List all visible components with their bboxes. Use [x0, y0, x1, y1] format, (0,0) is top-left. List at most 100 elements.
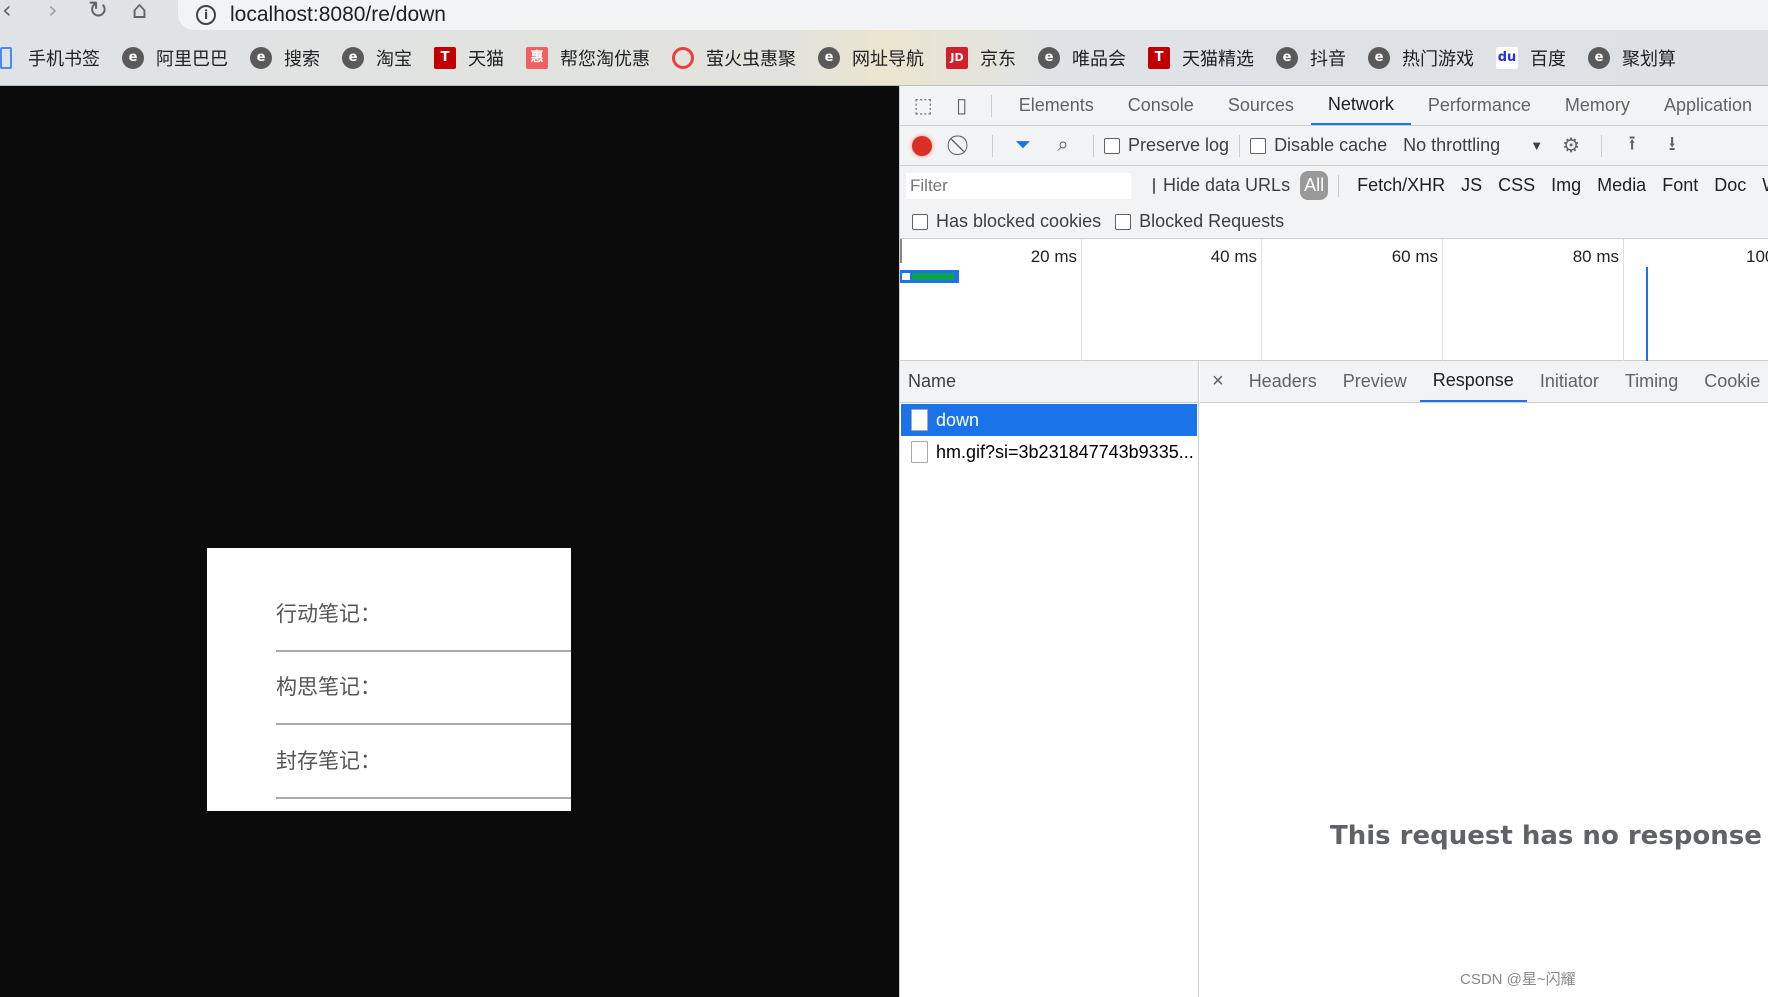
devtools-tabs: Elements Console Sources Network Performance…: [1002, 86, 1768, 125]
watermark: CSDN @星~闪耀: [1460, 971, 1576, 988]
bookmarks-bar: 手机书签 e 阿里巴巴 e 搜索 e 淘宝 T 天猫 惠帮您淘优惠 萤火虫惠聚 e 网址导航 JD 京东 e 唯…: [0, 42, 1698, 74]
filter-type-doc[interactable]: Doc: [1706, 175, 1754, 196]
bookmark-item[interactable]: e 搜索: [250, 45, 320, 71]
preserve-log-label: Preserve log: [1128, 135, 1230, 155]
tab-console[interactable]: Console: [1111, 86, 1211, 125]
divider: [276, 650, 571, 652]
detail-tab-preview[interactable]: Preview: [1330, 361, 1420, 402]
request-detail: × Headers Preview Response Initiator Timing C…: [1200, 361, 1768, 997]
separator: [1338, 174, 1340, 197]
notes-image: 行动笔记： 构思笔记： 封存笔记：: [207, 548, 571, 811]
disable-cache-checkbox[interactable]: [1250, 137, 1267, 154]
bookmark-item[interactable]: e 淘宝: [342, 45, 412, 71]
filter-type-font[interactable]: Font: [1654, 175, 1706, 196]
record-button[interactable]: [908, 132, 936, 160]
bookmark-label: 手机书签: [28, 49, 100, 70]
request-row[interactable]: hm.gif?si=3b231847743b9335...: [901, 436, 1197, 468]
devtools-panel: ⬚ ▯ Elements Console Sources Network Perform…: [899, 86, 1768, 997]
tmall-icon: T: [434, 47, 456, 69]
firefly-icon: [672, 47, 694, 69]
hide-data-urls-label: Hide data URLs: [1163, 175, 1291, 195]
device-toolbar-icon[interactable]: ▯: [948, 92, 974, 120]
bookmark-label: 唯品会: [1072, 49, 1126, 70]
detail-tab-initiator[interactable]: Initiator: [1527, 361, 1612, 402]
bookmark-folder-icon: [0, 47, 12, 69]
request-list: Name down hm.gif?si=3b231847743b9335...: [900, 361, 1199, 997]
bookmark-item[interactable]: JD 京东: [946, 45, 1016, 71]
filter-type-media[interactable]: Media: [1589, 175, 1654, 196]
bookmark-item[interactable]: T 天猫: [434, 45, 504, 71]
bookmark-item[interactable]: 惠帮您淘优惠: [526, 45, 650, 71]
bookmark-item[interactable]: du 百度: [1496, 45, 1566, 71]
browser-chrome: ‹ › ↻ ⌂ i localhost:8080/re/down 手机书签 e 阿里…: [0, 0, 1768, 86]
bookmark-item[interactable]: e 聚划算: [1588, 45, 1676, 71]
tab-application[interactable]: Application: [1647, 86, 1768, 125]
chevron-down-icon[interactable]: ▼: [1530, 138, 1543, 153]
bookmark-label: 阿里巴巴: [156, 49, 228, 70]
inspect-element-icon[interactable]: ⬚: [910, 92, 936, 120]
filter-type-js[interactable]: JS: [1453, 175, 1490, 196]
tab-performance[interactable]: Performance: [1411, 86, 1548, 125]
timeline-tick-label: 100: [1746, 247, 1768, 266]
note-label-idea: 构思笔记：: [276, 675, 381, 699]
preserve-log-checkbox[interactable]: [1104, 137, 1120, 154]
filter-type-w[interactable]: W: [1754, 175, 1768, 196]
jd-icon: JD: [946, 47, 968, 69]
home-button[interactable]: ⌂: [132, 0, 147, 26]
bookmark-item[interactable]: e 网址导航: [818, 45, 924, 71]
back-button[interactable]: ‹: [2, 0, 12, 26]
note-label-archive: 封存笔记：: [276, 749, 381, 773]
url-text: localhost:8080/re/down: [230, 3, 446, 26]
filter-type-all[interactable]: All: [1300, 171, 1329, 200]
import-har-icon[interactable]: ⭱: [1618, 132, 1646, 160]
bookmark-item[interactable]: 手机书签: [0, 45, 100, 71]
bookmark-label: 萤火虫惠聚: [706, 49, 796, 70]
tab-sources[interactable]: Sources: [1211, 86, 1311, 125]
filter-bar: Hide data URLs All Fetch/XHRJSCSSImgMedia…: [900, 166, 1768, 205]
bookmark-item[interactable]: e 阿里巴巴: [122, 45, 228, 71]
network-overview-timeline[interactable]: 20 ms 40 ms 60 ms 80 ms 100: [900, 239, 1768, 361]
name-column-header[interactable]: Name: [900, 361, 1198, 403]
bookmark-label: 热门游戏: [1402, 49, 1474, 70]
divider: [276, 723, 571, 725]
address-bar[interactable]: i localhost:8080/re/down: [178, 0, 1768, 30]
load-event-marker: [1646, 267, 1648, 361]
hide-data-urls-checkbox[interactable]: [1153, 177, 1155, 194]
reload-button[interactable]: ↻: [88, 0, 108, 26]
timeline-gridline: [1623, 239, 1624, 361]
site-info-icon[interactable]: i: [196, 5, 216, 25]
request-bar-down: [900, 270, 959, 283]
bookmark-item[interactable]: 萤火虫惠聚: [672, 45, 796, 71]
detail-tab-cookie[interactable]: Cookie: [1691, 361, 1768, 402]
network-conditions-icon[interactable]: ⚙: [1557, 132, 1585, 160]
request-row[interactable]: down: [901, 404, 1197, 436]
export-har-icon[interactable]: ⭳: [1658, 132, 1686, 160]
bookmark-label: 抖音: [1310, 49, 1346, 70]
bookmark-item[interactable]: T 天猫精选: [1148, 45, 1254, 71]
bookmark-item[interactable]: e 唯品会: [1038, 45, 1126, 71]
tab-memory[interactable]: Memory: [1548, 86, 1647, 125]
bookmark-label: 天猫: [468, 49, 504, 70]
tab-elements[interactable]: Elements: [1002, 86, 1111, 125]
detail-tab-timing[interactable]: Timing: [1612, 361, 1691, 402]
filter-input[interactable]: [906, 172, 1131, 199]
detail-tab-response[interactable]: Response: [1419, 361, 1527, 402]
clear-icon[interactable]: ⃠: [948, 132, 976, 160]
search-icon[interactable]: ⌕: [1049, 132, 1077, 160]
request-name: hm.gif?si=3b231847743b9335...: [936, 441, 1194, 462]
blocked-requests-label: Blocked Requests: [1139, 211, 1285, 231]
filter-icon[interactable]: ⏷: [1009, 132, 1037, 160]
throttling-select[interactable]: No throttling: [1403, 135, 1500, 156]
bookmark-item[interactable]: e 热门游戏: [1368, 45, 1474, 71]
close-icon[interactable]: ×: [1200, 370, 1236, 393]
detail-tab-headers[interactable]: Headers: [1236, 361, 1330, 402]
forward-button[interactable]: ›: [48, 0, 58, 26]
filter-type-css[interactable]: CSS: [1490, 175, 1543, 196]
tab-network[interactable]: Network: [1310, 86, 1411, 125]
bookmark-item[interactable]: e 抖音: [1276, 45, 1346, 71]
devtools-tabbar: ⬚ ▯ Elements Console Sources Network Perform…: [900, 86, 1768, 126]
filter-type-img[interactable]: Img: [1543, 175, 1589, 196]
filter-type-fetch-xhr[interactable]: Fetch/XHR: [1349, 175, 1453, 196]
has-blocked-cookies-checkbox[interactable]: [912, 213, 928, 230]
blocked-requests-checkbox[interactable]: [1115, 213, 1132, 230]
